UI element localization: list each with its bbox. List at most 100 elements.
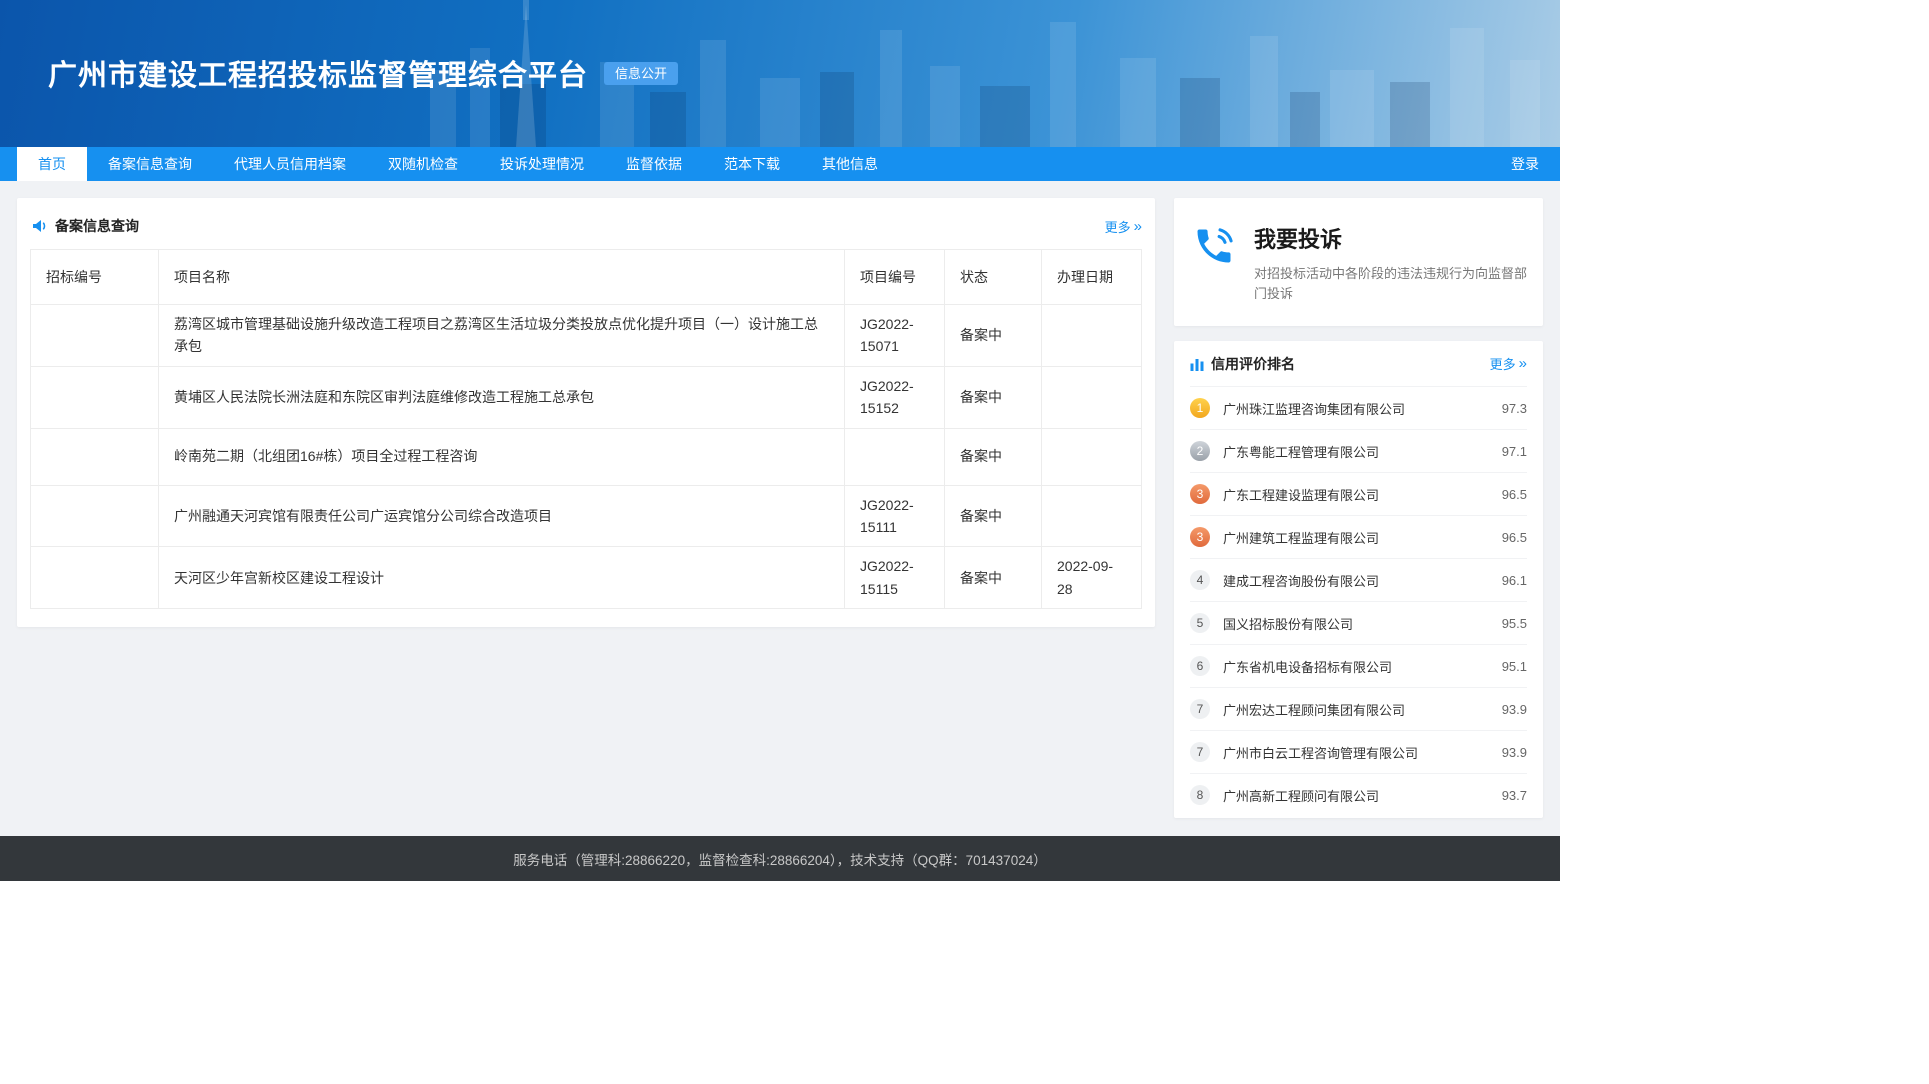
- cell-bid-number: [31, 547, 159, 609]
- col-status: 状态: [945, 250, 1042, 305]
- rank-score: 95.5: [1502, 616, 1527, 631]
- table-row: 荔湾区城市管理基础设施升级改造工程项目之荔湾区生活垃圾分类投放点优化提升项目（一…: [31, 305, 1142, 367]
- rank-score: 95.1: [1502, 659, 1527, 674]
- rank-score: 96.1: [1502, 573, 1527, 588]
- nav-tab-template-download[interactable]: 范本下载: [703, 147, 801, 181]
- sidebar: 我要投诉 对招投标活动中各阶段的违法违规行为向监督部门投诉 信用评价排名: [1174, 198, 1543, 818]
- record-query-title: 备案信息查询: [55, 216, 139, 236]
- main-nav: 首页 备案信息查询 代理人员信用档案 双随机检查 投诉处理情况 监督依据 范本下…: [0, 147, 1560, 181]
- record-query-card-header: 备案信息查询 更多 »: [30, 211, 1142, 241]
- rank-company-name: 广东省机电设备招标有限公司: [1223, 657, 1502, 676]
- cell-bid-number: [31, 485, 159, 547]
- rank-company-name: 广州建筑工程监理有限公司: [1223, 528, 1502, 547]
- cell-project-name[interactable]: 岭南苑二期（北组团16#栋）项目全过程工程咨询: [159, 428, 845, 485]
- rank-company-name: 广东粤能工程管理有限公司: [1223, 442, 1502, 461]
- nav-tab-other-info[interactable]: 其他信息: [801, 147, 899, 181]
- rank-badge-gold: 1: [1190, 398, 1210, 418]
- cell-project-number: JG2022-15071: [845, 305, 945, 367]
- site-title: 广州市建设工程招投标监督管理综合平台: [48, 52, 588, 94]
- ranking-list-item: 3 广州建筑工程监理有限公司 96.5: [1190, 515, 1527, 558]
- more-label: 更多: [1490, 354, 1516, 373]
- complaint-card-body: 我要投诉 对招投标活动中各阶段的违法违规行为向监督部门投诉: [1254, 222, 1534, 304]
- chevron-double-icon: »: [1134, 219, 1142, 234]
- cell-status: 备案中: [945, 485, 1042, 547]
- cell-project-number: JG2022-15152: [845, 366, 945, 428]
- cell-project-name[interactable]: 荔湾区城市管理基础设施升级改造工程项目之荔湾区生活垃圾分类投放点优化提升项目（一…: [159, 305, 845, 367]
- rank-company-name: 国义招标股份有限公司: [1223, 614, 1502, 633]
- banner-content: 广州市建设工程招投标监督管理综合平台 信息公开: [0, 0, 1560, 94]
- rank-badge: 4: [1190, 570, 1210, 590]
- rank-score: 97.3: [1502, 401, 1527, 416]
- cell-date: 2022-09-28: [1042, 547, 1142, 609]
- cell-project-name[interactable]: 广州融通天河宾馆有限责任公司广运宾馆分公司综合改造项目: [159, 485, 845, 547]
- login-link[interactable]: 登录: [1507, 147, 1543, 181]
- nav-tab-agent-credit-archive[interactable]: 代理人员信用档案: [213, 147, 367, 181]
- cell-date: [1042, 305, 1142, 367]
- rank-score: 96.5: [1502, 487, 1527, 502]
- ranking-list-item: 3 广东工程建设监理有限公司 96.5: [1190, 472, 1527, 515]
- cell-status: 备案中: [945, 305, 1042, 367]
- phone-waves-icon: [1192, 222, 1238, 304]
- rank-company-name: 广州市白云工程咨询管理有限公司: [1223, 743, 1502, 762]
- record-query-card: 备案信息查询 更多 » 招标编号 项目名称 项目编号 状态 办理日期: [17, 198, 1155, 627]
- cell-project-name[interactable]: 天河区少年宫新校区建设工程设计: [159, 547, 845, 609]
- megaphone-icon: [30, 217, 48, 235]
- header-banner: 广州市建设工程招投标监督管理综合平台 信息公开: [0, 0, 1560, 147]
- credit-ranking-header: 信用评价排名 更多 »: [1190, 341, 1527, 386]
- ranking-list-item: 2 广东粤能工程管理有限公司 97.1: [1190, 429, 1527, 472]
- nav-tab-record-query[interactable]: 备案信息查询: [87, 147, 213, 181]
- cell-status: 备案中: [945, 547, 1042, 609]
- footer: 服务电话（管理科:28866220，监督检查科:28866204），技术支持（Q…: [0, 836, 1560, 881]
- nav-tab-supervision-basis[interactable]: 监督依据: [605, 147, 703, 181]
- rank-badge: 6: [1190, 656, 1210, 676]
- table-row: 广州融通天河宾馆有限责任公司广运宾馆分公司综合改造项目 JG2022-15111…: [31, 485, 1142, 547]
- page: 广州市建设工程招投标监督管理综合平台 信息公开 首页 备案信息查询 代理人员信用…: [0, 0, 1560, 881]
- table-row: 天河区少年宫新校区建设工程设计 JG2022-15115 备案中 2022-09…: [31, 547, 1142, 609]
- footer-contact-text: 服务电话（管理科:28866220，监督检查科:28866204），技术支持（Q…: [513, 849, 1046, 869]
- complaint-title: 我要投诉: [1254, 222, 1534, 254]
- cell-project-number: JG2022-15111: [845, 485, 945, 547]
- cell-project-number: JG2022-15115: [845, 547, 945, 609]
- rank-badge: 5: [1190, 613, 1210, 633]
- cell-date: [1042, 428, 1142, 485]
- rank-score: 93.7: [1502, 788, 1527, 803]
- ranking-list-item: 1 广州珠江监理咨询集团有限公司 97.3: [1190, 386, 1527, 429]
- credit-ranking-title: 信用评价排名: [1211, 354, 1295, 374]
- col-date: 办理日期: [1042, 250, 1142, 305]
- rank-score: 97.1: [1502, 444, 1527, 459]
- rank-company-name: 广东工程建设监理有限公司: [1223, 485, 1502, 504]
- rank-company-name: 广州珠江监理咨询集团有限公司: [1223, 399, 1502, 418]
- nav-tab-double-random-check[interactable]: 双随机检查: [367, 147, 479, 181]
- cell-bid-number: [31, 366, 159, 428]
- cell-status: 备案中: [945, 366, 1042, 428]
- credit-ranking-card: 信用评价排名 更多 » 1 广州珠江监理咨询集团有限公司 97.3 2 广东粤能…: [1174, 341, 1543, 818]
- rank-score: 93.9: [1502, 745, 1527, 760]
- rank-score: 93.9: [1502, 702, 1527, 717]
- info-disclosure-badge[interactable]: 信息公开: [604, 62, 678, 85]
- nav-spacer: [899, 147, 1507, 181]
- nav-tab-home[interactable]: 首页: [17, 147, 87, 181]
- table-row: 岭南苑二期（北组团16#栋）项目全过程工程咨询 备案中: [31, 428, 1142, 485]
- bar-chart-icon: [1190, 357, 1204, 371]
- complaint-card[interactable]: 我要投诉 对招投标活动中各阶段的违法违规行为向监督部门投诉: [1174, 198, 1543, 326]
- cell-project-name[interactable]: 黄埔区人民法院长洲法庭和东院区审判法庭维修改造工程施工总承包: [159, 366, 845, 428]
- cell-bid-number: [31, 305, 159, 367]
- records-table: 招标编号 项目名称 项目编号 状态 办理日期 荔湾区城市管理基础设施升级改造工程…: [30, 249, 1142, 609]
- ranking-list-item: 7 广州市白云工程咨询管理有限公司 93.9: [1190, 730, 1527, 773]
- ranking-list-item: 7 广州宏达工程顾问集团有限公司 93.9: [1190, 687, 1527, 730]
- rank-badge: 7: [1190, 742, 1210, 762]
- cell-date: [1042, 485, 1142, 547]
- ranking-more-link[interactable]: 更多 »: [1490, 354, 1527, 373]
- ranking-list-item: 6 广东省机电设备招标有限公司 95.1: [1190, 644, 1527, 687]
- complaint-description: 对招投标活动中各阶段的违法违规行为向监督部门投诉: [1254, 264, 1534, 304]
- cell-date: [1042, 366, 1142, 428]
- table-row: 黄埔区人民法院长洲法庭和东院区审判法庭维修改造工程施工总承包 JG2022-15…: [31, 366, 1142, 428]
- nav-tab-complaint-handling[interactable]: 投诉处理情况: [479, 147, 605, 181]
- cell-bid-number: [31, 428, 159, 485]
- col-project-number: 项目编号: [845, 250, 945, 305]
- ranking-list-item: 5 国义招标股份有限公司 95.5: [1190, 601, 1527, 644]
- rank-company-name: 广州高新工程顾问有限公司: [1223, 786, 1502, 805]
- records-more-link[interactable]: 更多 »: [1105, 217, 1142, 236]
- rank-badge-bronze: 3: [1190, 484, 1210, 504]
- rank-score: 96.5: [1502, 530, 1527, 545]
